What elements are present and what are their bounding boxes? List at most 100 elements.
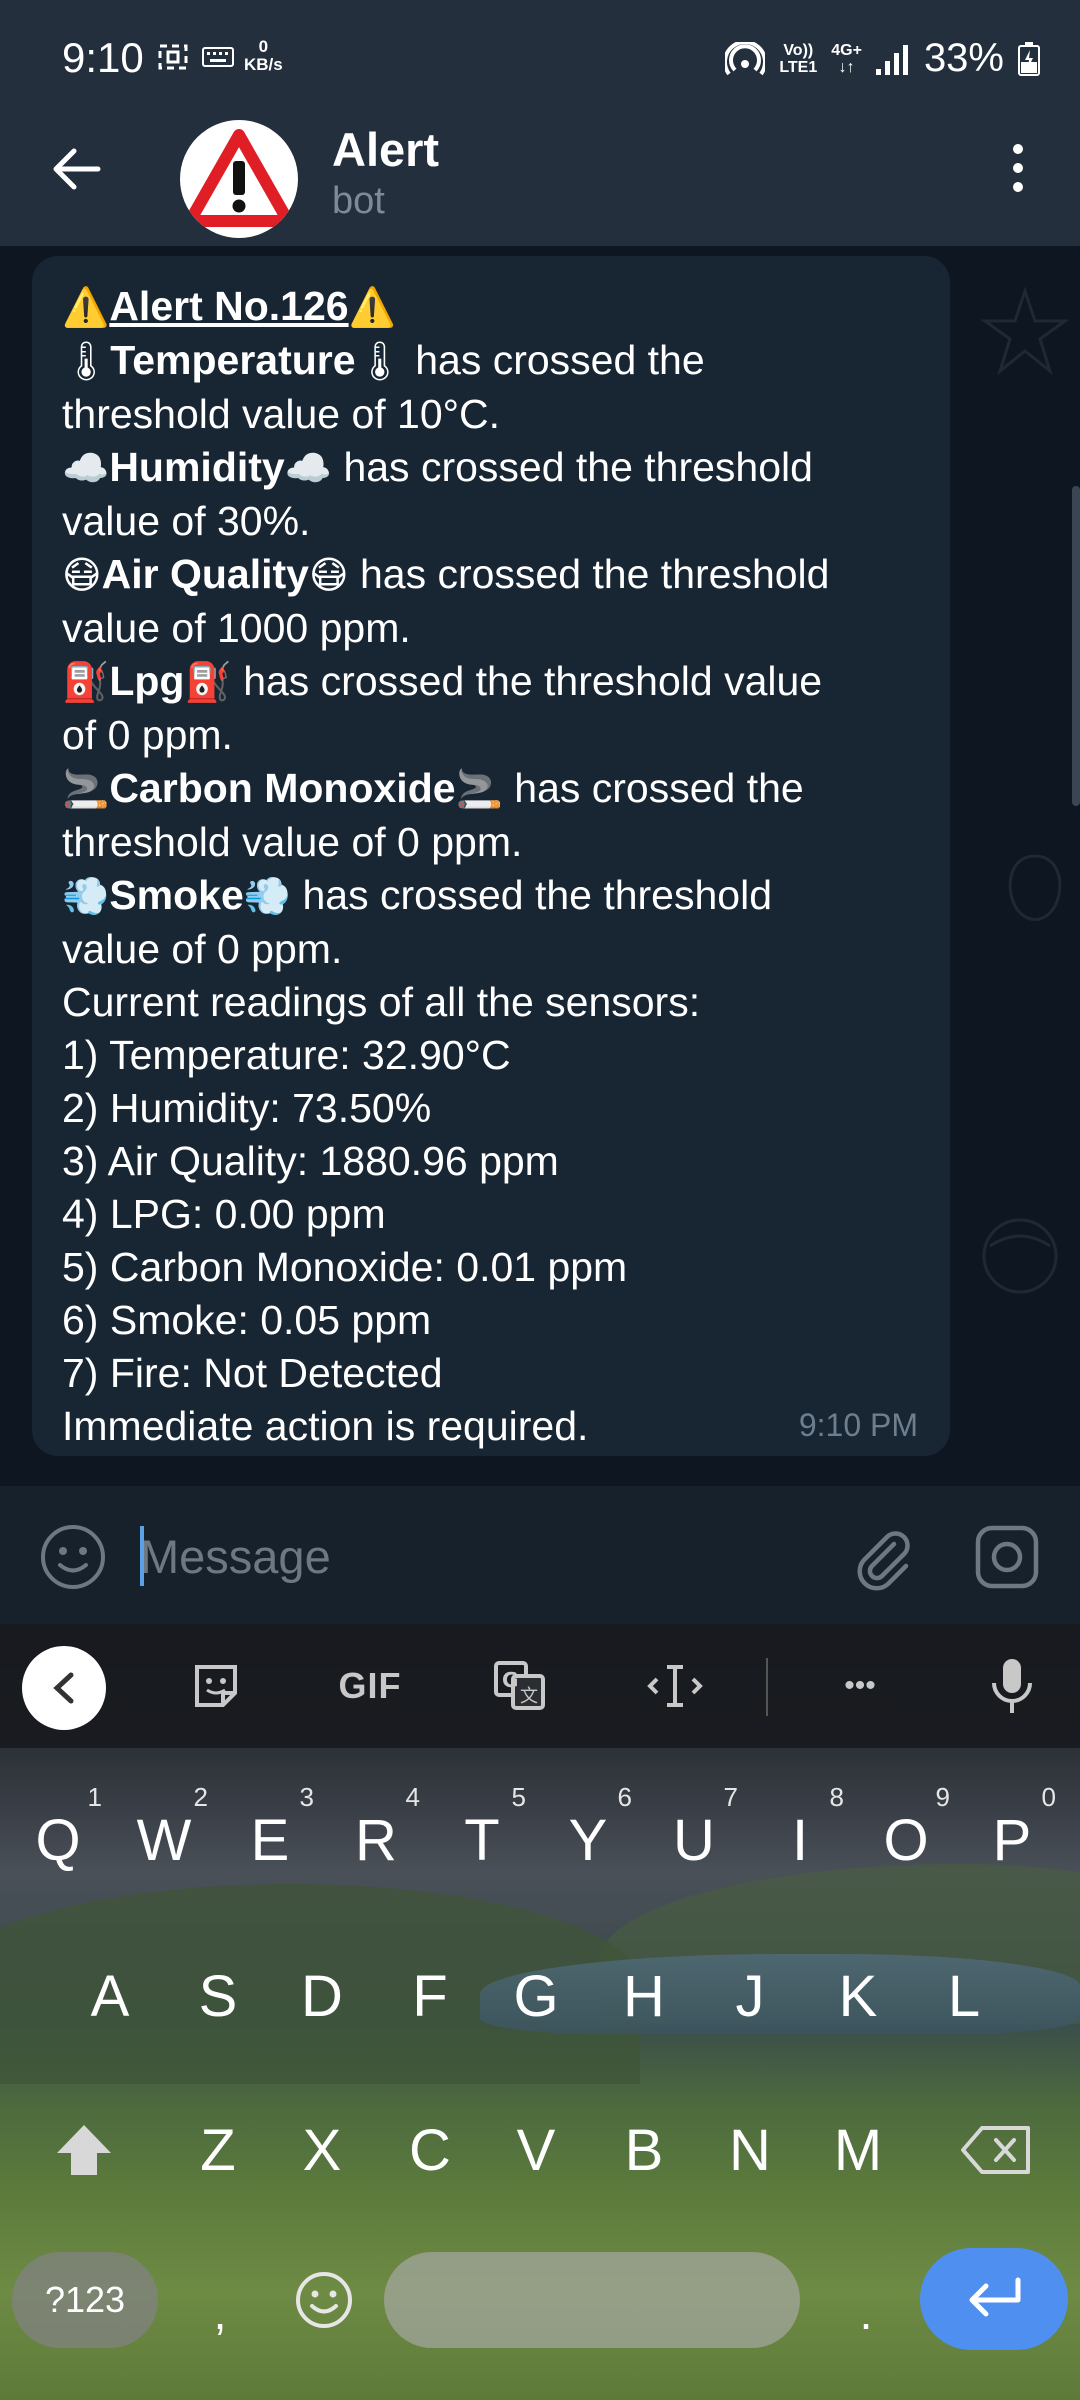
cloud-icon: ☁️: [62, 446, 110, 490]
dot-icon: [1013, 163, 1023, 173]
back-button[interactable]: [44, 136, 110, 202]
enter-key[interactable]: [920, 2248, 1068, 2350]
key-j[interactable]: J: [700, 1946, 800, 2046]
key-hint: 6: [617, 1782, 632, 1812]
microphone-icon: [992, 1659, 1032, 1713]
chat-area[interactable]: ⚠️Alert No.126⚠️ 🌡Temperature🌡 has cross…: [0, 246, 1080, 1486]
avatar[interactable]: [180, 120, 298, 238]
message-input[interactable]: [140, 1524, 820, 1588]
key-n[interactable]: N: [700, 2100, 800, 2200]
key-label: I: [791, 1807, 809, 1873]
toolbar-divider: [766, 1658, 768, 1716]
space-key[interactable]: [384, 2252, 800, 2348]
symbols-key[interactable]: ?123: [12, 2252, 158, 2348]
temp-text: has crossed the: [403, 337, 705, 383]
message-text: ⚠️Alert No.126⚠️ 🌡Temperature🌡 has cross…: [62, 280, 920, 1453]
data-arrows-icon: ↓↑: [838, 58, 855, 76]
dot-icon: [1013, 182, 1023, 192]
key-label: O: [883, 1807, 929, 1873]
key-h[interactable]: H: [594, 1946, 694, 2046]
temp-name: Temperature: [110, 337, 356, 383]
key-a[interactable]: A: [60, 1946, 160, 2046]
key-o[interactable]: O9: [856, 1782, 956, 1890]
shift-key[interactable]: [32, 2100, 136, 2200]
dash-icon: 💨: [62, 874, 110, 918]
message-time: 9:10 PM: [798, 1407, 918, 1443]
alert-title-line: ⚠️Alert No.126⚠️: [62, 280, 920, 334]
key-r[interactable]: R4: [326, 1782, 426, 1890]
key-y[interactable]: Y6: [538, 1782, 638, 1890]
signal-icon: [875, 44, 908, 75]
chat-title[interactable]: Alert: [332, 122, 439, 177]
key-i[interactable]: I8: [750, 1782, 850, 1890]
screenshot-icon: [158, 44, 188, 70]
air-line: 😷Air Quality😷 has crossed the threshold: [62, 548, 920, 602]
key-m[interactable]: M: [808, 2100, 908, 2200]
voice-input-button[interactable]: [982, 1654, 1042, 1718]
key-z[interactable]: Z: [168, 2100, 268, 2200]
key-g[interactable]: G: [486, 1946, 586, 2046]
warning-sign-icon: [184, 129, 294, 227]
key-label: U: [673, 1807, 715, 1873]
hum-line: ☁️Humidity☁️ has crossed the threshold: [62, 441, 920, 495]
keyboard: GIF G文 ••• Q1 W2 E3 R4 T5 Y6 U7 I8 O9 P0…: [0, 1624, 1080, 2400]
key-b[interactable]: B: [594, 2100, 694, 2200]
key-u[interactable]: U7: [644, 1782, 744, 1890]
sticker-button[interactable]: [186, 1654, 246, 1718]
key-f[interactable]: F: [380, 1946, 480, 2046]
smoke-name: Smoke: [109, 872, 244, 918]
reading-lpg: 4) LPG: 0.00 ppm: [62, 1191, 386, 1237]
face-mask-icon: 😷: [62, 553, 102, 597]
emoji-key[interactable]: [288, 2254, 360, 2346]
key-t[interactable]: T5: [432, 1782, 532, 1890]
more-tools-button[interactable]: •••: [830, 1654, 890, 1718]
dash-icon: 💨: [243, 874, 292, 918]
key-v[interactable]: V: [486, 2100, 586, 2200]
key-s[interactable]: S: [168, 1946, 268, 2046]
warning-icon: ⚠️: [62, 285, 110, 329]
cursor-control-button[interactable]: [640, 1654, 710, 1718]
chat-subtitle: bot: [332, 180, 385, 222]
message-footer: Immediate action is required.: [62, 1403, 589, 1449]
key-q[interactable]: Q1: [8, 1782, 108, 1890]
scrollbar[interactable]: [1072, 486, 1080, 806]
message-bubble[interactable]: ⚠️Alert No.126⚠️ 🌡Temperature🌡 has cross…: [32, 256, 950, 1456]
keyboard-collapse-button[interactable]: [22, 1646, 106, 1730]
more-options-button[interactable]: [990, 138, 1046, 198]
key-e[interactable]: E3: [220, 1782, 320, 1890]
emoji-button[interactable]: [38, 1522, 108, 1592]
key-l[interactable]: L: [914, 1946, 1014, 2046]
net-speed-value: 0: [258, 37, 269, 56]
network-type: 4G+ ↓↑: [831, 42, 862, 76]
key-d[interactable]: D: [272, 1946, 372, 2046]
backspace-key[interactable]: [944, 2100, 1048, 2200]
camera-button[interactable]: [972, 1522, 1042, 1592]
cigarette-icon: 🚬: [455, 767, 503, 811]
warning-icon: ⚠️: [348, 285, 396, 329]
volte-indicator: Vo)) LTE1: [779, 42, 817, 76]
smiley-icon: [41, 1525, 105, 1589]
key-c[interactable]: C: [380, 2100, 480, 2200]
arrow-left-icon: [53, 148, 101, 190]
attach-button[interactable]: [846, 1522, 916, 1592]
key-x[interactable]: X: [272, 2100, 372, 2200]
key-p[interactable]: P0: [962, 1782, 1062, 1890]
key-hint: 0: [1041, 1782, 1056, 1812]
hum-line-2: value of 30%.: [62, 498, 311, 544]
smiley-icon: [296, 2272, 352, 2328]
paperclip-icon: [857, 1531, 910, 1591]
translate-button[interactable]: G文: [490, 1654, 550, 1718]
key-k[interactable]: K: [808, 1946, 908, 2046]
shift-arrow-icon: [57, 2125, 111, 2175]
comma-key[interactable]: ,: [200, 2260, 240, 2340]
sticker-icon: [195, 1665, 237, 1707]
period-key[interactable]: .: [846, 2260, 886, 2340]
key-w[interactable]: W2: [114, 1782, 214, 1890]
gif-button[interactable]: GIF: [330, 1654, 410, 1718]
cloud-icon: ☁️: [284, 446, 333, 490]
co-name: Carbon Monoxide: [109, 765, 456, 811]
temp-line: 🌡Temperature🌡 has crossed the: [62, 334, 920, 388]
cigarette-icon: 🚬: [62, 767, 110, 811]
volte-label: Vo)): [783, 41, 814, 59]
air-text: has crossed the threshold: [348, 551, 830, 597]
